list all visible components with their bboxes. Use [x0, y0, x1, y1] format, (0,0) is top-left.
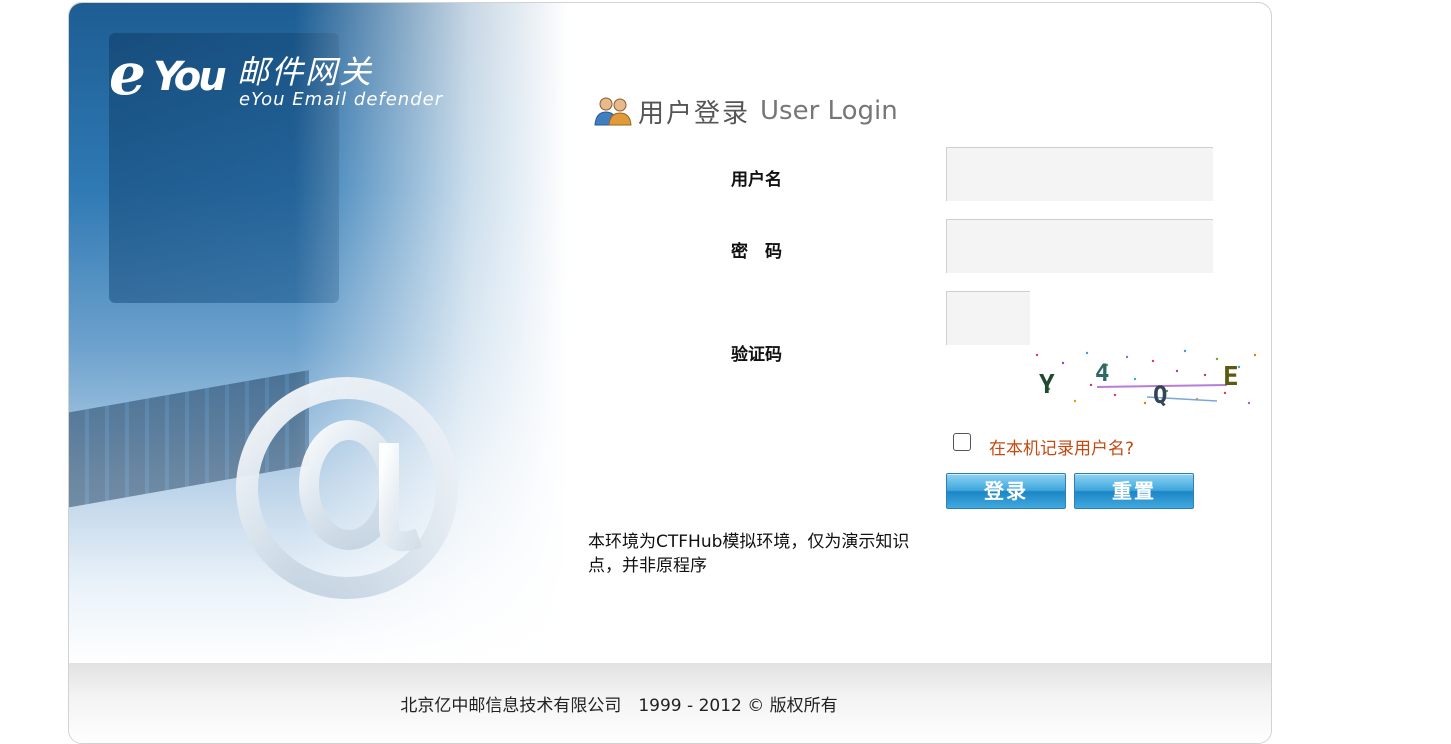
footer: 北京亿中邮信息技术有限公司 1999 - 2012 © 版权所有 [69, 663, 1271, 743]
captcha-label: 验证码 [731, 345, 782, 365]
captcha-image[interactable]: Y 4 Q E [1027, 345, 1259, 411]
brand-name-cn: 邮件网关 [237, 53, 374, 91]
username-input[interactable] [946, 147, 1213, 201]
captcha-char-1: Y [1039, 370, 1055, 400]
environment-notice: 本环境为CTFHub模拟环境，仅为演示知识点，并非原程序 [588, 532, 910, 576]
login-title-cn: 用户登录 [638, 98, 751, 129]
copyright-text: 北京亿中邮信息技术有限公司 1999 - 2012 © 版权所有 [400, 696, 838, 716]
hero-image: e You 邮件网关 eYou Email defender [69, 3, 569, 665]
username-label: 用户名 [731, 170, 782, 190]
login-title: 用户登录 User Login [594, 93, 898, 129]
captcha-input[interactable] [946, 291, 1030, 345]
brand-logo: e You 邮件网关 eYou Email defender [109, 31, 469, 111]
login-button[interactable]: 登录 [946, 473, 1066, 509]
captcha-char-4: E [1223, 362, 1239, 392]
remember-label[interactable]: 在本机记录用户名? [989, 434, 1134, 459]
captcha-char-2: 4 [1095, 359, 1109, 387]
captcha-char-3: Q [1153, 381, 1167, 409]
login-panel: e You 邮件网关 eYou Email defender 用户登录 User… [68, 2, 1272, 744]
brand-name-en: eYou Email defender [239, 89, 444, 110]
users-icon [594, 97, 632, 126]
login-title-en: User Login [760, 96, 898, 126]
password-input[interactable] [946, 219, 1213, 273]
logo-e: e [109, 40, 146, 108]
password-label: 密 码 [731, 242, 782, 262]
remember-checkbox[interactable] [953, 433, 971, 451]
reset-button[interactable]: 重置 [1074, 473, 1194, 509]
logo-you: You [153, 54, 227, 100]
